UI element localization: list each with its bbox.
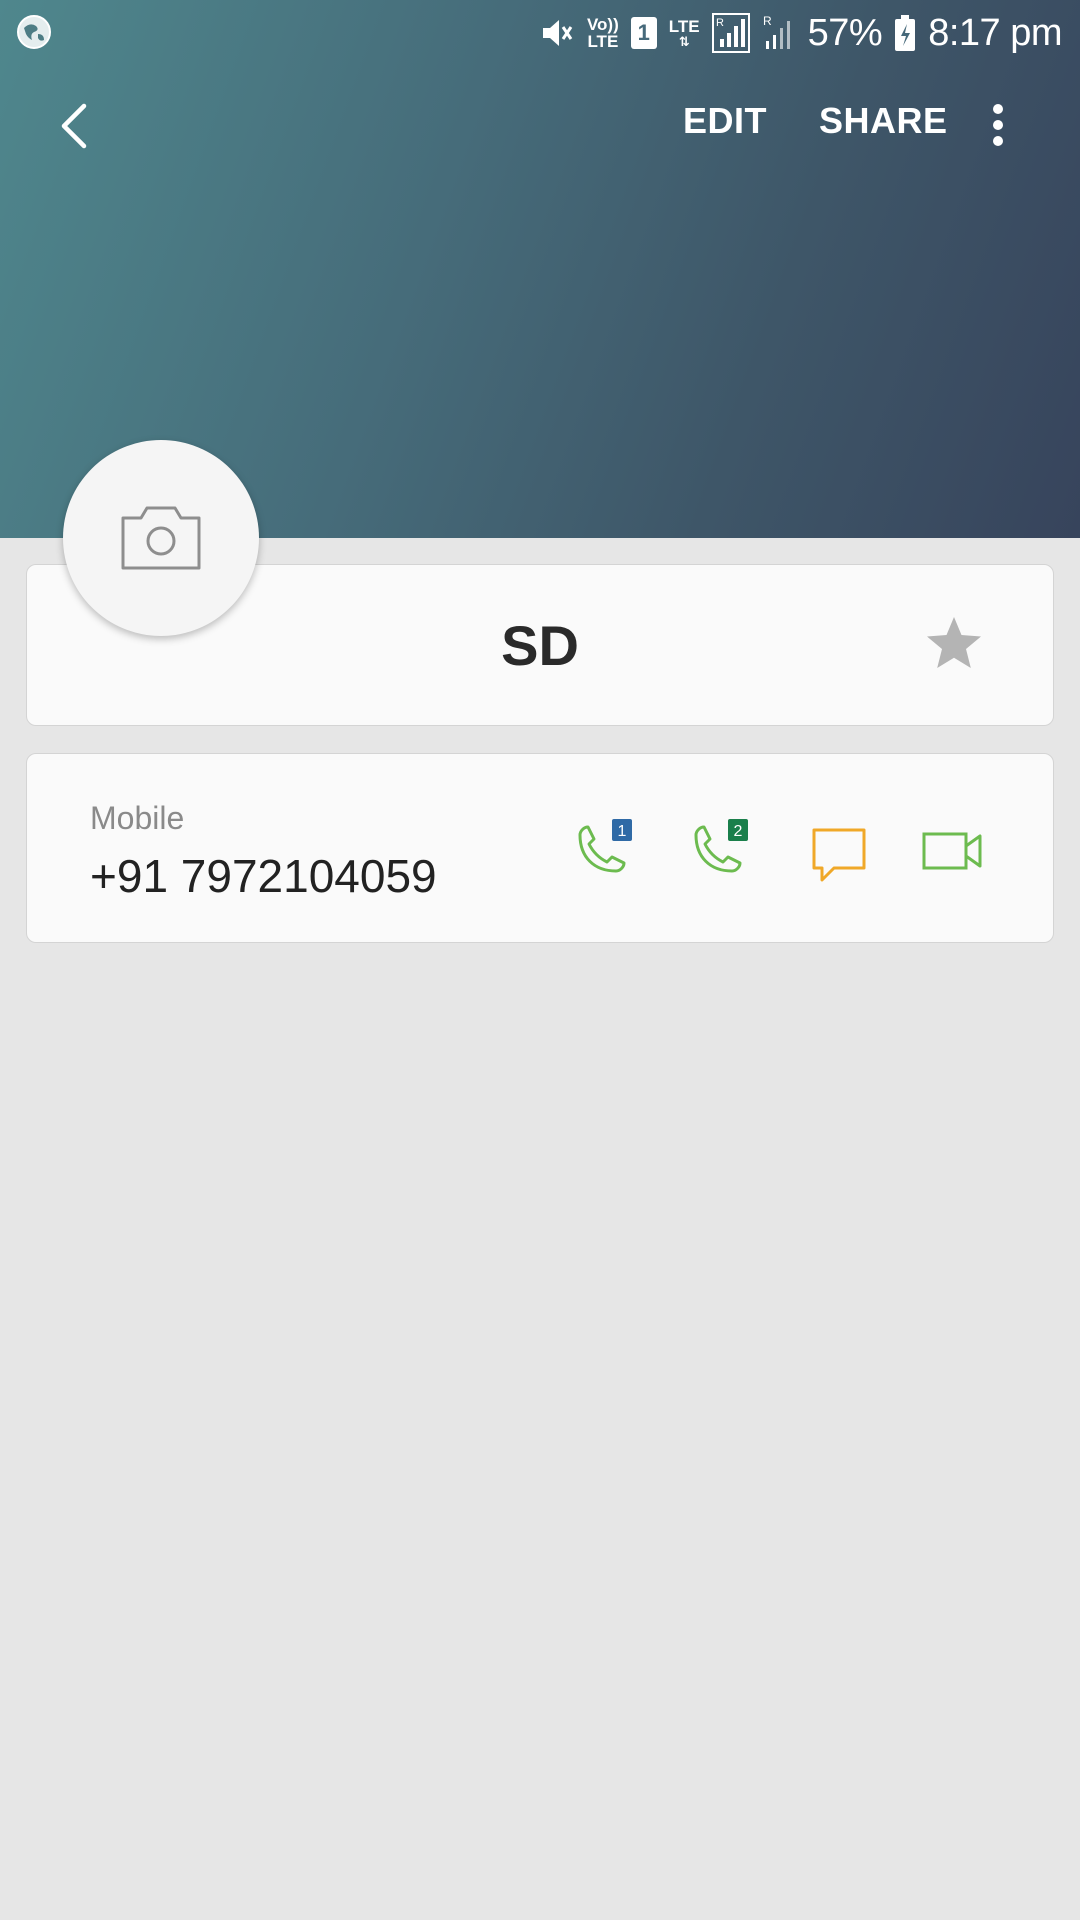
battery-charging-icon — [895, 15, 916, 51]
volte-label-bottom: LTE — [587, 32, 619, 51]
more-dot — [993, 136, 1003, 146]
call-sim1-button[interactable]: 1 — [570, 817, 636, 883]
back-button[interactable] — [48, 96, 98, 156]
more-options-button[interactable] — [980, 98, 1016, 152]
chevron-left-icon — [61, 103, 87, 149]
message-button[interactable] — [806, 824, 872, 890]
lte-label: LTE — [668, 17, 700, 36]
signal-icon: R — [763, 14, 790, 49]
avatar[interactable] — [63, 440, 259, 636]
data-arrows: ⇅ — [678, 34, 690, 49]
sim-slot-label: 1 — [637, 20, 650, 45]
phone-sim1-icon: 1 — [578, 819, 632, 873]
share-button[interactable]: SHARE — [819, 100, 948, 142]
sim2-badge: 2 — [734, 823, 743, 840]
signal-icon: R — [711, 13, 750, 53]
video-call-icon — [922, 832, 982, 870]
lte-icon: LTE ⇅ — [669, 18, 700, 48]
battery-percent: 57% — [807, 11, 883, 54]
message-icon — [812, 828, 866, 882]
svg-text:R: R — [763, 14, 772, 28]
volte-label-top: Vo)) — [586, 15, 619, 34]
phone-sim2-icon: 2 — [694, 819, 748, 873]
call-sim2-button[interactable]: 2 — [686, 817, 752, 883]
svg-text:R: R — [716, 17, 724, 29]
volte-icon: Vo)) LTE — [587, 16, 619, 50]
sim-icon: 1 — [630, 17, 657, 49]
sim1-badge: 1 — [618, 823, 627, 840]
edit-button[interactable]: EDIT — [683, 100, 767, 142]
phone-card: Mobile +91 7972104059 1 2 — [26, 753, 1054, 943]
more-dot — [993, 120, 1003, 130]
more-vertical-icon — [993, 104, 1003, 114]
status-bar: Vo)) LTE 1 LTE ⇅ R R 57% 8:17 pm — [0, 0, 1080, 66]
phone-number[interactable]: +91 7972104059 — [90, 849, 437, 903]
video-call-button[interactable] — [920, 824, 986, 890]
mute-icon — [542, 20, 573, 46]
star-icon[interactable] — [925, 615, 983, 671]
clock: 8:17 pm — [928, 11, 1062, 54]
globe-icon — [17, 15, 51, 49]
camera-icon — [121, 506, 201, 570]
phone-type-label: Mobile — [90, 800, 185, 836]
